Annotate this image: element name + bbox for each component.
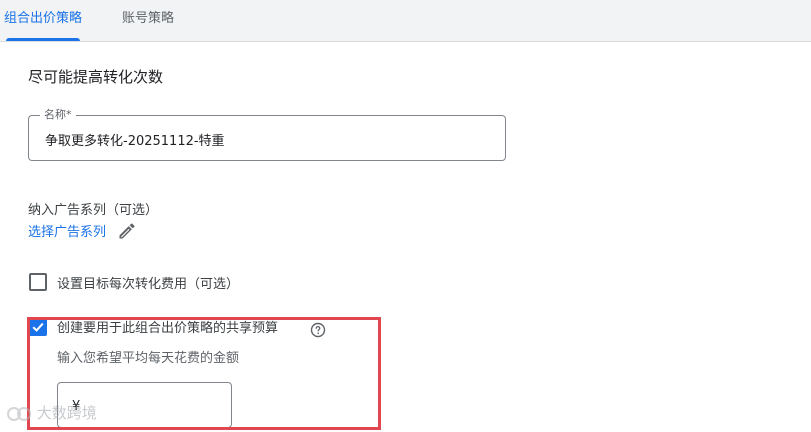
shared-budget-checkbox[interactable] xyxy=(29,318,47,336)
name-field-value[interactable]: 争取更多转化-20251112-特重 xyxy=(45,130,225,149)
watermark-logo-icon xyxy=(7,406,31,421)
checkmark-icon xyxy=(32,322,44,332)
budget-hint: 输入您希望平均每天花费的金额 xyxy=(57,351,240,366)
page-title: 尽可能提高转化次数 xyxy=(28,68,164,86)
budget-amount-input[interactable]: ¥ xyxy=(57,382,232,428)
currency-symbol: ¥ xyxy=(72,399,81,414)
tab-label: 组合出价策略 xyxy=(4,11,83,26)
name-field-label: 名称* xyxy=(40,107,76,123)
campaigns-label: 纳入广告系列（可选） xyxy=(28,203,159,218)
tab-account-strategies[interactable]: 账号策略 xyxy=(122,0,174,41)
tab-bar: 组合出价策略 账号策略 xyxy=(0,0,811,42)
select-campaigns-link[interactable]: 选择广告系列 xyxy=(28,225,106,240)
tab-label: 账号策略 xyxy=(122,11,175,26)
select-campaigns-row: 选择广告系列 xyxy=(28,220,137,240)
target-cpa-label[interactable]: 设置目标每次转化费用（可选） xyxy=(57,273,239,292)
tab-portfolio-strategies[interactable]: 组合出价策略 xyxy=(4,0,82,41)
help-circle-icon[interactable] xyxy=(310,322,326,338)
shared-budget-label[interactable]: 创建要用于此组合出价策略的共享预算 xyxy=(57,317,278,336)
target-cpa-checkbox[interactable] xyxy=(29,273,47,291)
name-field[interactable]: 名称* 争取更多转化-20251112-特重 xyxy=(28,107,506,161)
active-tab-indicator xyxy=(6,38,81,41)
pencil-edit-icon[interactable] xyxy=(117,221,137,241)
